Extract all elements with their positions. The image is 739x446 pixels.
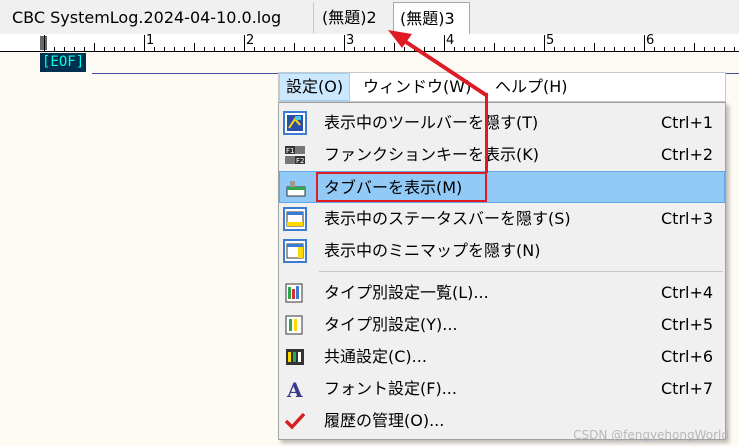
watermark: CSDN @fengyehongWorld <box>573 428 729 442</box>
annotation-arrow <box>388 30 488 97</box>
